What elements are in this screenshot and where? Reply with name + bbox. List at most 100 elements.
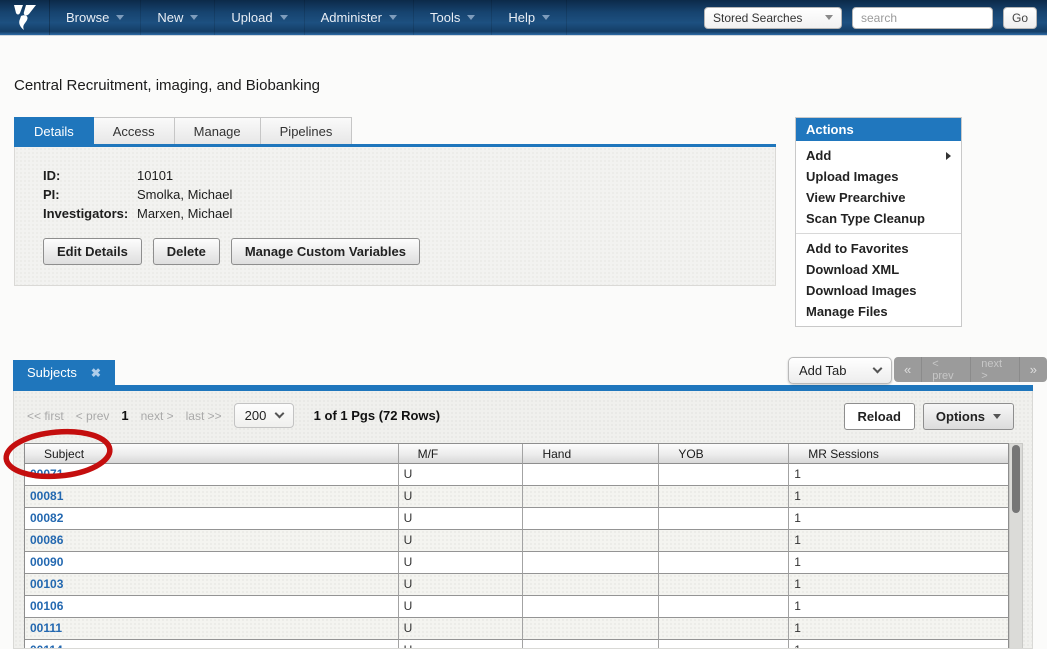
nav-menus: Browse New Upload Administer Tools Help (50, 0, 567, 35)
tab-pager-last-button[interactable]: » (1020, 357, 1047, 382)
mr-sessions-cell: 1 (789, 618, 1009, 640)
detail-row-investigators: Investigators: Marxen, Michael (43, 204, 775, 223)
column-header-mr-sessions[interactable]: MR Sessions (789, 444, 1009, 464)
subjects-table-body: 00071U100081U100082U100086U100090U100103… (25, 464, 1009, 649)
table-scrollbar[interactable] (1009, 443, 1023, 649)
subject-link[interactable]: 00111 (30, 621, 62, 635)
chevron-down-icon (467, 15, 475, 20)
manage-custom-variables-button[interactable]: Manage Custom Variables (231, 238, 420, 265)
tab-pager-group: « < prev next > » (894, 357, 1047, 382)
field-label: Investigators: (43, 204, 137, 223)
column-header-mf[interactable]: M/F (399, 444, 524, 464)
subject-link[interactable]: 00071 (30, 467, 63, 481)
chevron-down-icon (280, 15, 288, 20)
top-navbar: Browse New Upload Administer Tools Help Store… (0, 0, 1047, 36)
xnat-project-page: Browse New Upload Administer Tools Help Store… (0, 0, 1047, 649)
page-title: Central Recruitment, imaging, and Bioban… (14, 77, 320, 94)
detail-row-pi: PI: Smolka, Michael (43, 185, 775, 204)
yob-cell (659, 464, 789, 486)
chevron-down-icon (542, 15, 550, 20)
yob-cell (659, 486, 789, 508)
next-page-link[interactable]: next > (141, 409, 174, 423)
tab-manage[interactable]: Manage (175, 117, 261, 145)
nav-menu-label: Tools (430, 10, 460, 25)
action-item-label: Add to Favorites (806, 241, 909, 256)
table-row: 00103 U 1 (25, 574, 1009, 596)
nav-menu-new[interactable]: New (141, 0, 215, 35)
tab-pager-prev-button[interactable]: < prev (922, 357, 971, 382)
subject-cell: 00106 (25, 596, 399, 618)
last-page-link[interactable]: last >> (186, 409, 222, 423)
subject-cell: 00111 (25, 618, 399, 640)
actions-menu: Actions AddUpload ImagesView PrearchiveS… (795, 117, 962, 327)
nav-menu-label: Administer (321, 10, 382, 25)
mr-sessions-cell: 1 (789, 574, 1009, 596)
hand-cell (523, 508, 659, 530)
nav-right-group: Stored Searches Go (704, 0, 1047, 35)
action-item-add[interactable]: Add (796, 145, 961, 166)
nav-menu-browse[interactable]: Browse (50, 0, 141, 35)
mr-sessions-cell: 1 (789, 530, 1009, 552)
action-item-scan-type-cleanup[interactable]: Scan Type Cleanup (796, 208, 961, 229)
stored-searches-label: Stored Searches (713, 11, 802, 25)
nav-menu-label: New (157, 10, 183, 25)
chevron-down-icon (993, 414, 1001, 419)
action-item-add-to-favorites[interactable]: Add to Favorites (796, 238, 961, 259)
xnat-logo[interactable] (0, 0, 50, 35)
action-item-view-prearchive[interactable]: View Prearchive (796, 187, 961, 208)
options-button[interactable]: Options (923, 403, 1014, 430)
field-value: Smolka, Michael (137, 185, 232, 204)
subjects-tab[interactable]: Subjects ✖ (13, 360, 115, 385)
tab-pager-first-button[interactable]: « (894, 357, 922, 382)
mf-cell: U (399, 508, 524, 530)
subject-cell: 00071 (25, 464, 399, 486)
hand-cell (523, 530, 659, 552)
subject-link[interactable]: 00081 (30, 489, 63, 503)
hand-cell (523, 464, 659, 486)
stored-searches-select[interactable]: Stored Searches (704, 7, 842, 29)
reload-button[interactable]: Reload (844, 403, 915, 430)
action-item-download-xml[interactable]: Download XML (796, 259, 961, 280)
page-size-select[interactable]: 200 (234, 403, 294, 428)
nav-menu-tools[interactable]: Tools (414, 0, 492, 35)
yob-cell (659, 640, 789, 649)
edit-details-button[interactable]: Edit Details (43, 238, 142, 265)
mf-cell: U (399, 574, 524, 596)
subject-cell: 00103 (25, 574, 399, 596)
field-value: Marxen, Michael (137, 204, 232, 223)
subject-link[interactable]: 00086 (30, 533, 63, 547)
delete-button[interactable]: Delete (153, 238, 220, 265)
current-page-number: 1 (121, 408, 128, 423)
first-page-link[interactable]: << first (27, 409, 64, 423)
add-tab-button[interactable]: Add Tab (788, 357, 892, 384)
column-header-hand[interactable]: Hand (523, 444, 659, 464)
table-row: 00090U1 (25, 552, 1009, 574)
subject-link[interactable]: 00082 (30, 511, 63, 525)
action-item-download-images[interactable]: Download Images (796, 280, 961, 301)
field-value: 10101 (137, 166, 173, 185)
column-header-yob[interactable]: YOB (659, 444, 789, 464)
subjects-table-header: Subject M/F Hand YOB MR Sessions (25, 444, 1009, 464)
prev-page-link[interactable]: < prev (76, 409, 110, 423)
go-button[interactable]: Go (1003, 7, 1037, 29)
action-item-upload-images[interactable]: Upload Images (796, 166, 961, 187)
nav-menu-help[interactable]: Help (492, 0, 567, 35)
subject-link[interactable]: 00090 (30, 555, 63, 569)
subjects-tab-label: Subjects (27, 365, 77, 380)
subject-link[interactable]: 00103 (30, 577, 63, 591)
tab-details[interactable]: Details (14, 117, 94, 145)
search-input[interactable] (852, 7, 993, 29)
close-icon[interactable]: ✖ (91, 367, 101, 379)
nav-menu-upload[interactable]: Upload (215, 0, 304, 35)
subject-link[interactable]: 00106 (30, 599, 63, 613)
action-item-manage-files[interactable]: Manage Files (796, 301, 961, 322)
table-scrollbar-thumb[interactable] (1012, 445, 1020, 513)
column-header-subject[interactable]: Subject (25, 444, 399, 464)
tab-access[interactable]: Access (94, 117, 175, 145)
tab-pipelines[interactable]: Pipelines (261, 117, 353, 145)
hand-cell (523, 552, 659, 574)
subjects-panel: << first < prev 1 next > last >> 200 1 o… (13, 391, 1033, 649)
subject-link[interactable]: 00114 (30, 643, 63, 649)
tab-pager-next-button[interactable]: next > (971, 357, 1019, 382)
nav-menu-administer[interactable]: Administer (305, 0, 414, 35)
